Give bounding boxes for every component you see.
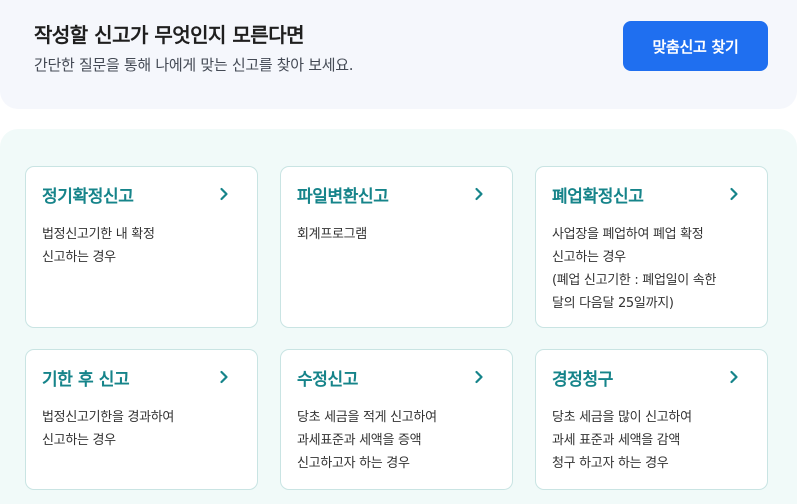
card-correction-claim[interactable]: 경정청구 당초 세금을 많이 신고하여 과세 표준과 세액을 감액 청구 하고자…: [535, 349, 768, 490]
chevron-right-icon: [475, 187, 483, 201]
report-type-cards: 정기확정신고 법정신고기한 내 확정 신고하는 경우 파일변환신고 회계프로그램…: [0, 129, 797, 504]
chevron-right-icon: [475, 370, 483, 384]
card-title: 경정청구: [552, 370, 613, 390]
card-description: 회계프로그램: [297, 223, 502, 246]
card-file-conversion-report[interactable]: 파일변환신고 회계프로그램: [280, 166, 513, 328]
card-description-line: 과세 표준과 세액을 감액: [552, 433, 681, 448]
card-title: 폐업확정신고: [552, 187, 644, 207]
banner-title: 작성할 신고가 무엇인지 모른다면: [34, 23, 305, 47]
card-description-line: 신고하는 경우: [552, 250, 626, 265]
card-description-line: 신고하는 경우: [42, 250, 116, 265]
chevron-right-icon: [220, 370, 228, 384]
chevron-right-icon: [220, 187, 228, 201]
card-description: 당초 세금을 적게 신고하여 과세표준과 세액을 증액 신고하고자 하는 경우: [297, 406, 502, 475]
card-description-line: 법정신고기한을 경과하여: [42, 410, 175, 425]
card-description: 법정신고기한을 경과하여 신고하는 경우: [42, 406, 247, 452]
card-description: 당초 세금을 많이 신고하여 과세 표준과 세액을 감액 청구 하고자 하는 경…: [552, 406, 757, 475]
custom-report-banner: 작성할 신고가 무엇인지 모른다면 간단한 질문을 통해 나에게 맞는 신고를 …: [0, 0, 797, 109]
card-description-line: 당초 세금을 적게 신고하여: [297, 410, 437, 425]
chevron-right-icon: [730, 187, 738, 201]
card-description-line: 신고하고자 하는 경우: [297, 456, 410, 471]
card-amended-report[interactable]: 수정신고 당초 세금을 적게 신고하여 과세표준과 세액을 증액 신고하고자 하…: [280, 349, 513, 490]
card-description-line: 청구 하고자 하는 경우: [552, 456, 669, 471]
card-description-line: 달의 다음달 25일까지): [552, 296, 674, 311]
card-title: 파일변환신고: [297, 187, 389, 207]
card-description-line: 당초 세금을 많이 신고하여: [552, 410, 692, 425]
card-description-line: 신고하는 경우: [42, 433, 116, 448]
card-regular-final-report[interactable]: 정기확정신고 법정신고기한 내 확정 신고하는 경우: [25, 166, 258, 328]
card-late-report[interactable]: 기한 후 신고 법정신고기한을 경과하여 신고하는 경우: [25, 349, 258, 490]
card-title: 정기확정신고: [42, 187, 134, 207]
card-description-line: 사업장을 폐업하여 폐업 확정: [552, 227, 704, 242]
card-closure-final-report[interactable]: 폐업확정신고 사업장을 폐업하여 폐업 확정 신고하는 경우 (폐업 신고기한 …: [535, 166, 768, 328]
card-description: 법정신고기한 내 확정 신고하는 경우: [42, 223, 247, 269]
find-custom-report-button[interactable]: 맞춤신고 찾기: [623, 21, 768, 71]
card-description-line: 회계프로그램: [297, 227, 367, 242]
card-title: 수정신고: [297, 370, 358, 390]
card-description: 사업장을 폐업하여 폐업 확정 신고하는 경우 (폐업 신고기한 : 폐업일이 …: [552, 223, 757, 315]
banner-description: 간단한 질문을 통해 나에게 맞는 신고를 찾아 보세요.: [34, 56, 354, 74]
card-title: 기한 후 신고: [42, 370, 130, 390]
card-description-line: 과세표준과 세액을 증액: [297, 433, 422, 448]
card-description-line: 법정신고기한 내 확정: [42, 227, 155, 242]
card-description-line: (폐업 신고기한 : 폐업일이 속한: [552, 273, 717, 288]
chevron-right-icon: [730, 370, 738, 384]
